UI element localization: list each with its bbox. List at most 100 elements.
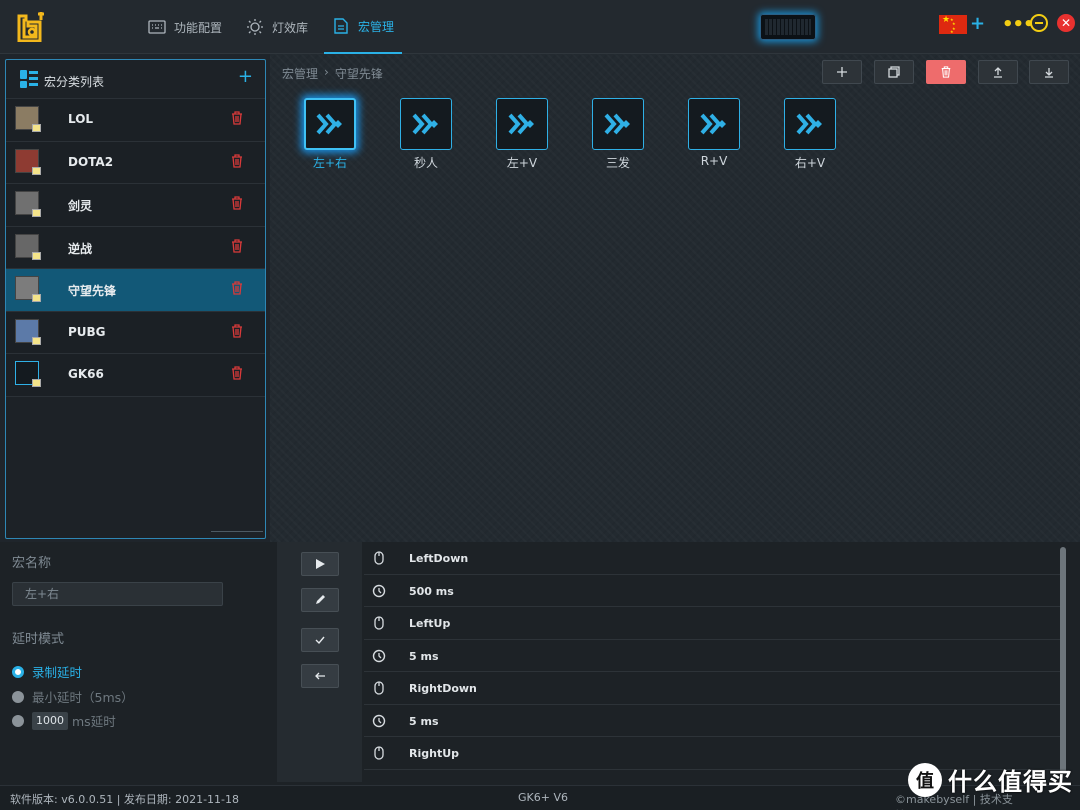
macro-item[interactable]: 左+V bbox=[496, 98, 548, 171]
macro-tile bbox=[688, 98, 740, 150]
step-row[interactable]: LeftUp bbox=[364, 607, 1060, 640]
delay-record-radio[interactable]: 录制延时 bbox=[12, 662, 82, 681]
macro-label: 三发 bbox=[605, 156, 630, 170]
breadcrumb-separator: › bbox=[324, 65, 329, 79]
delete-icon[interactable] bbox=[231, 323, 243, 338]
delay-custom-radio[interactable]: 1000 ms延时 bbox=[12, 711, 116, 730]
custom-delay-input[interactable]: 1000 bbox=[32, 711, 68, 730]
macro-label: 右+V bbox=[794, 156, 826, 170]
delete-icon[interactable] bbox=[231, 196, 243, 210]
macro-item[interactable]: 左+右 bbox=[304, 98, 356, 171]
confirm-button[interactable] bbox=[301, 628, 339, 652]
mouse-icon bbox=[374, 551, 384, 565]
macro-tile bbox=[784, 98, 836, 150]
add-category-button[interactable]: + bbox=[238, 66, 253, 87]
category-scrollbar[interactable] bbox=[211, 531, 263, 532]
list-icon bbox=[20, 70, 38, 88]
trash-icon bbox=[941, 66, 951, 78]
add-device-button[interactable]: + bbox=[970, 13, 985, 34]
macro-name-input[interactable]: 左+右 bbox=[12, 582, 223, 606]
category-item-blade-soul[interactable]: 剑灵 bbox=[6, 184, 265, 227]
step-row[interactable]: RightDown bbox=[364, 672, 1060, 705]
step-text: LeftUp bbox=[409, 617, 451, 630]
delay-minimum-label: 最小延时（5ms） bbox=[32, 690, 134, 705]
step-row[interactable]: 5 ms bbox=[364, 640, 1060, 672]
step-row[interactable]: 500 ms bbox=[364, 575, 1060, 607]
category-item-gk66[interactable]: GK66 bbox=[6, 354, 265, 397]
macro-item[interactable]: R+V bbox=[688, 98, 740, 168]
delete-icon[interactable] bbox=[231, 281, 243, 295]
category-item-pubg[interactable]: PUBG bbox=[6, 311, 265, 354]
breadcrumb-current: 守望先锋 bbox=[334, 67, 383, 81]
category-label: LOL bbox=[68, 112, 94, 126]
step-row[interactable]: LeftDown bbox=[364, 542, 1060, 575]
delete-icon[interactable] bbox=[231, 153, 243, 168]
step-list-scrollbar[interactable] bbox=[1060, 547, 1066, 773]
light-icon bbox=[247, 19, 264, 35]
add-macro-button[interactable] bbox=[822, 60, 862, 84]
category-panel-title: 宏分类列表 bbox=[44, 75, 105, 89]
delete-macro-button[interactable] bbox=[926, 60, 966, 84]
breadcrumb-root[interactable]: 宏管理 bbox=[282, 65, 318, 82]
close-button[interactable]: ✕ bbox=[1057, 14, 1075, 32]
clock-icon bbox=[372, 584, 386, 597]
delete-icon[interactable] bbox=[231, 111, 243, 125]
macro-item[interactable]: 秒人 bbox=[400, 98, 452, 171]
delete-icon[interactable] bbox=[231, 366, 243, 380]
main-nav: 功能配置 灯效库 宏管理 bbox=[140, 0, 410, 54]
export-macro-button[interactable] bbox=[978, 60, 1018, 84]
category-thumbnail bbox=[15, 106, 41, 132]
copy-macro-button[interactable] bbox=[874, 60, 914, 84]
minimize-button[interactable] bbox=[1030, 14, 1048, 32]
macro-icon bbox=[316, 113, 342, 135]
edit-button[interactable] bbox=[301, 588, 339, 612]
play-button[interactable] bbox=[301, 552, 339, 576]
plus-icon bbox=[837, 67, 847, 77]
delete-icon[interactable] bbox=[231, 238, 243, 253]
macro-tile bbox=[496, 98, 548, 150]
macro-item[interactable]: 三发 bbox=[592, 98, 644, 171]
tab-macro-management[interactable]: 宏管理 bbox=[324, 0, 403, 54]
watermark-logo-icon: 值 bbox=[908, 762, 942, 797]
tab-light-library[interactable]: 灯效库 bbox=[238, 0, 316, 54]
radio-dot bbox=[12, 714, 24, 727]
step-row[interactable]: 5 ms bbox=[364, 705, 1060, 737]
app-logo-icon bbox=[17, 12, 44, 42]
macro-icon bbox=[796, 113, 822, 135]
category-thumbnail bbox=[15, 361, 41, 387]
macro-label: 左+右 bbox=[312, 156, 348, 170]
category-label: 逆战 bbox=[68, 241, 93, 256]
macro-item[interactable]: 右+V bbox=[784, 98, 836, 171]
category-item-dota2[interactable]: DOTA2 bbox=[6, 141, 265, 184]
macro-category-panel: 宏分类列表 + LOL DOTA2 剑灵 逆战 守望先锋 PUBG GK66 bbox=[5, 59, 266, 539]
radio-dot bbox=[12, 665, 24, 678]
category-label: DOTA2 bbox=[68, 154, 114, 169]
device-keyboard-thumbnail[interactable] bbox=[760, 14, 816, 40]
category-thumbnail bbox=[15, 233, 41, 260]
macro-label: 秒人 bbox=[413, 156, 438, 170]
category-item-overwatch[interactable]: 守望先锋 bbox=[6, 269, 265, 312]
delay-minimum-radio[interactable]: 最小延时（5ms） bbox=[12, 687, 134, 706]
keyboard-icon bbox=[148, 20, 166, 34]
category-item-nizhan[interactable]: 逆战 bbox=[6, 226, 265, 269]
mouse-icon bbox=[374, 746, 384, 760]
category-label: 剑灵 bbox=[68, 199, 93, 213]
macro-icon bbox=[604, 113, 630, 135]
device-model: GK6+ V6 bbox=[518, 791, 568, 804]
clock-icon bbox=[372, 714, 386, 727]
language-flag-icon[interactable]: ★ ★ ★ ★ ★ bbox=[939, 15, 967, 34]
document-icon bbox=[334, 18, 348, 34]
more-options-icon[interactable]: ••• bbox=[1002, 14, 1035, 35]
arrow-left-icon bbox=[315, 672, 325, 680]
step-text: 5 ms bbox=[409, 649, 439, 663]
import-macro-button[interactable] bbox=[1029, 60, 1069, 84]
back-button[interactable] bbox=[301, 664, 339, 688]
macro-icon bbox=[508, 113, 534, 135]
radio-dot bbox=[12, 690, 24, 703]
category-item-lol[interactable]: LOL bbox=[6, 99, 265, 142]
macro-label: R+V bbox=[700, 154, 728, 168]
macro-name-title: 宏名称 bbox=[12, 556, 52, 571]
category-label: PUBG bbox=[68, 324, 106, 339]
macro-editor: 宏名称 左+右 延时模式 录制延时 最小延时（5ms） 1000 ms延时 Le… bbox=[0, 542, 1080, 785]
tab-function-config[interactable]: 功能配置 bbox=[140, 0, 230, 54]
